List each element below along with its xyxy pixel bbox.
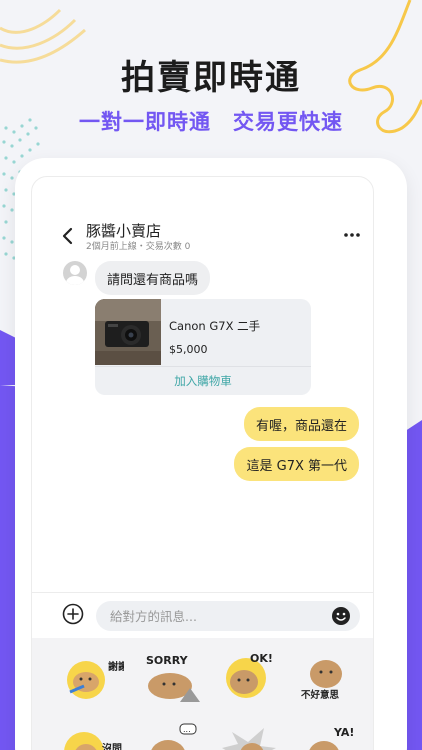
sticker-text: OK! <box>250 652 273 665</box>
message-input[interactable] <box>96 601 360 631</box>
sticker-sorry[interactable]: SORRY <box>140 648 202 704</box>
hero-subtitle: 一對一即時通 交易更快速 <box>79 110 343 134</box>
more-dots-icon[interactable] <box>341 225 363 245</box>
outgoing-message: 這是 G7X 第一代 <box>234 447 359 481</box>
sticker-text: ... <box>183 725 191 734</box>
incoming-message: 請問還有商品嗎 <box>95 261 211 295</box>
message-input-bar <box>32 592 373 638</box>
avatar[interactable] <box>63 261 87 285</box>
sticker-typing[interactable]: ... <box>140 722 202 750</box>
add-to-cart-button[interactable]: 加入購物車 <box>95 366 311 395</box>
sticker-no-problem[interactable]: 沒問 <box>62 722 124 750</box>
outgoing-message: 有喔，商品還在 <box>243 407 359 441</box>
sticker-text: 謝謝~ <box>108 660 124 673</box>
product-image <box>95 299 161 365</box>
product-card[interactable]: Canon G7X 二手 $5,000 加入購物車 <box>95 299 311 395</box>
sticker-text: SORRY <box>146 654 189 667</box>
sticker-ya[interactable]: YA! <box>296 722 358 750</box>
sticker-no[interactable]: NO <box>218 722 280 750</box>
chat-header: 豚醬小賣店 2個月前上線・交易次數 0 <box>32 177 373 257</box>
plus-circle-icon[interactable] <box>62 603 84 625</box>
product-price: $5,000 <box>169 343 208 356</box>
sticker-text: 不好意思 <box>301 689 340 701</box>
chat-screen: 豚醬小賣店 2個月前上線・交易次數 0 請問還有商品嗎 Canon G7X 二手… <box>31 176 374 750</box>
shop-name[interactable]: 豚醬小賣店 <box>86 220 161 241</box>
hero-title: 拍賣即時通 <box>121 58 301 98</box>
sticker-text: 沒問 <box>102 742 122 750</box>
emoji-icon[interactable] <box>331 606 351 626</box>
sticker-text: YA! <box>333 726 354 739</box>
chevron-left-icon[interactable] <box>56 225 78 247</box>
product-name: Canon G7X 二手 <box>169 319 261 333</box>
sticker-panel: 謝謝~ SORRY OK! 不好意思 <box>32 638 373 750</box>
sticker-sorry-cn[interactable]: 不好意思 <box>296 648 358 704</box>
sticker-thanks[interactable]: 謝謝~ <box>62 648 136 704</box>
sticker-ok[interactable]: OK! <box>218 648 280 704</box>
shop-meta: 2個月前上線・交易次數 0 <box>86 242 191 252</box>
